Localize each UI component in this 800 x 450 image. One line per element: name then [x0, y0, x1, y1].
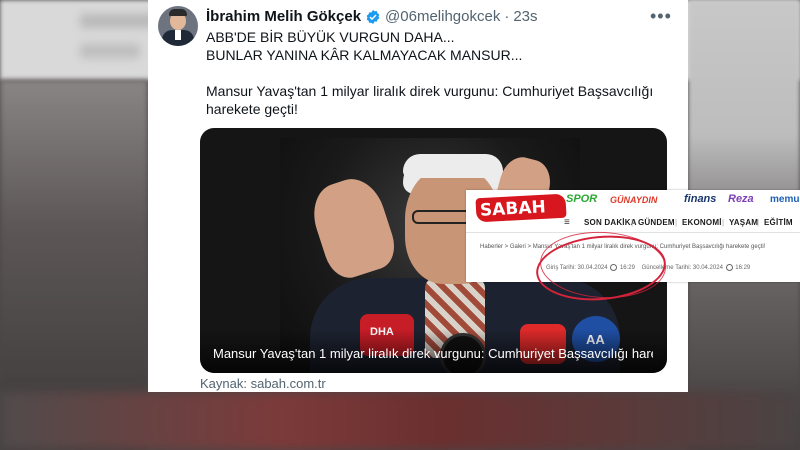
tweet-line: BUNLAR YANINA KÂR KALMAYACAK MANSUR... [206, 47, 523, 63]
clock-icon [725, 264, 733, 271]
brand-reza: Reza [728, 193, 754, 205]
brand-memurlar: memurlar [770, 194, 800, 205]
tweet-link-text: Mansur Yavaş'tan 1 milyar liralık direk … [206, 83, 654, 117]
author-name[interactable]: İbrahim Melih Gökçek [206, 8, 361, 25]
author-handle[interactable]: @06melihgokcek [385, 8, 500, 25]
blurred-text [80, 44, 140, 58]
nav-gundem: GÜNDEM [638, 218, 675, 227]
hamburger-menu-icon: ≡ [564, 217, 570, 228]
blurred-bottom-area [0, 392, 800, 450]
sabah-logo-text: SABAH [479, 197, 547, 221]
more-options-icon[interactable]: ••• [650, 6, 672, 27]
tweet-text: ABB'DE BİR BÜYÜK VURGUN DAHA... BUNLAR Y… [206, 28, 666, 118]
card-caption: Mansur Yavaş'tan 1 milyar liralık direk … [213, 346, 653, 361]
separator-dot: · [504, 8, 510, 25]
avatar[interactable] [158, 6, 198, 46]
tweet-line: ABB'DE BİR BÜYÜK VURGUN DAHA... [206, 29, 455, 45]
brand-finans: finans [684, 193, 717, 205]
brand-spor: SPOR [566, 193, 598, 205]
nav-ekonomi: EKONOMİ [682, 218, 722, 227]
verified-badge-icon [366, 9, 380, 24]
tweet-timestamp[interactable]: 23s [513, 8, 537, 25]
card-source[interactable]: Kaynak: sabah.com.tr [200, 376, 326, 391]
nav-yasam: YAŞAM [729, 218, 759, 227]
tweet-header: İbrahim Melih Gökçek @06melihgokcek · 23… [206, 8, 538, 25]
update-time: 16:29 [735, 265, 751, 272]
nav-son-dakika: SON DAKİKA [584, 218, 637, 227]
brand-gunaydin: GÜNAYDIN [610, 195, 658, 205]
nav-egitim: EĞİTİM [764, 218, 793, 227]
